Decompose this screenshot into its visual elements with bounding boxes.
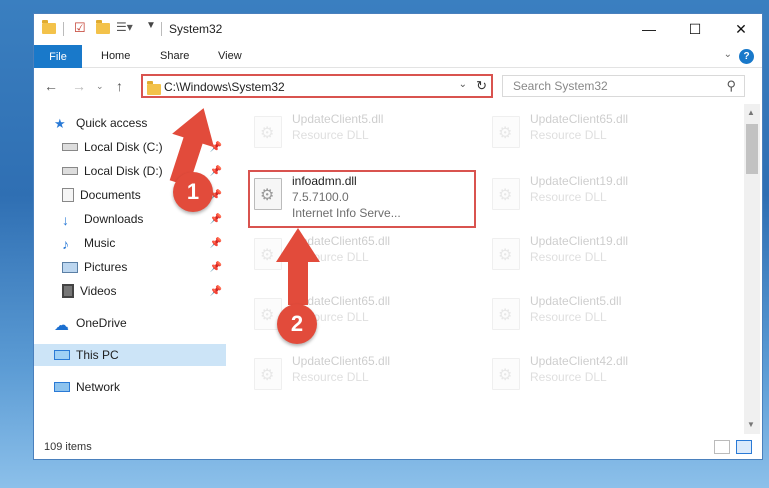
arrow-up-icon <box>276 228 320 305</box>
step-2-badge: 2 <box>277 304 317 344</box>
step-1-badge: 1 <box>173 172 213 212</box>
annotation-arrows <box>169 108 320 305</box>
